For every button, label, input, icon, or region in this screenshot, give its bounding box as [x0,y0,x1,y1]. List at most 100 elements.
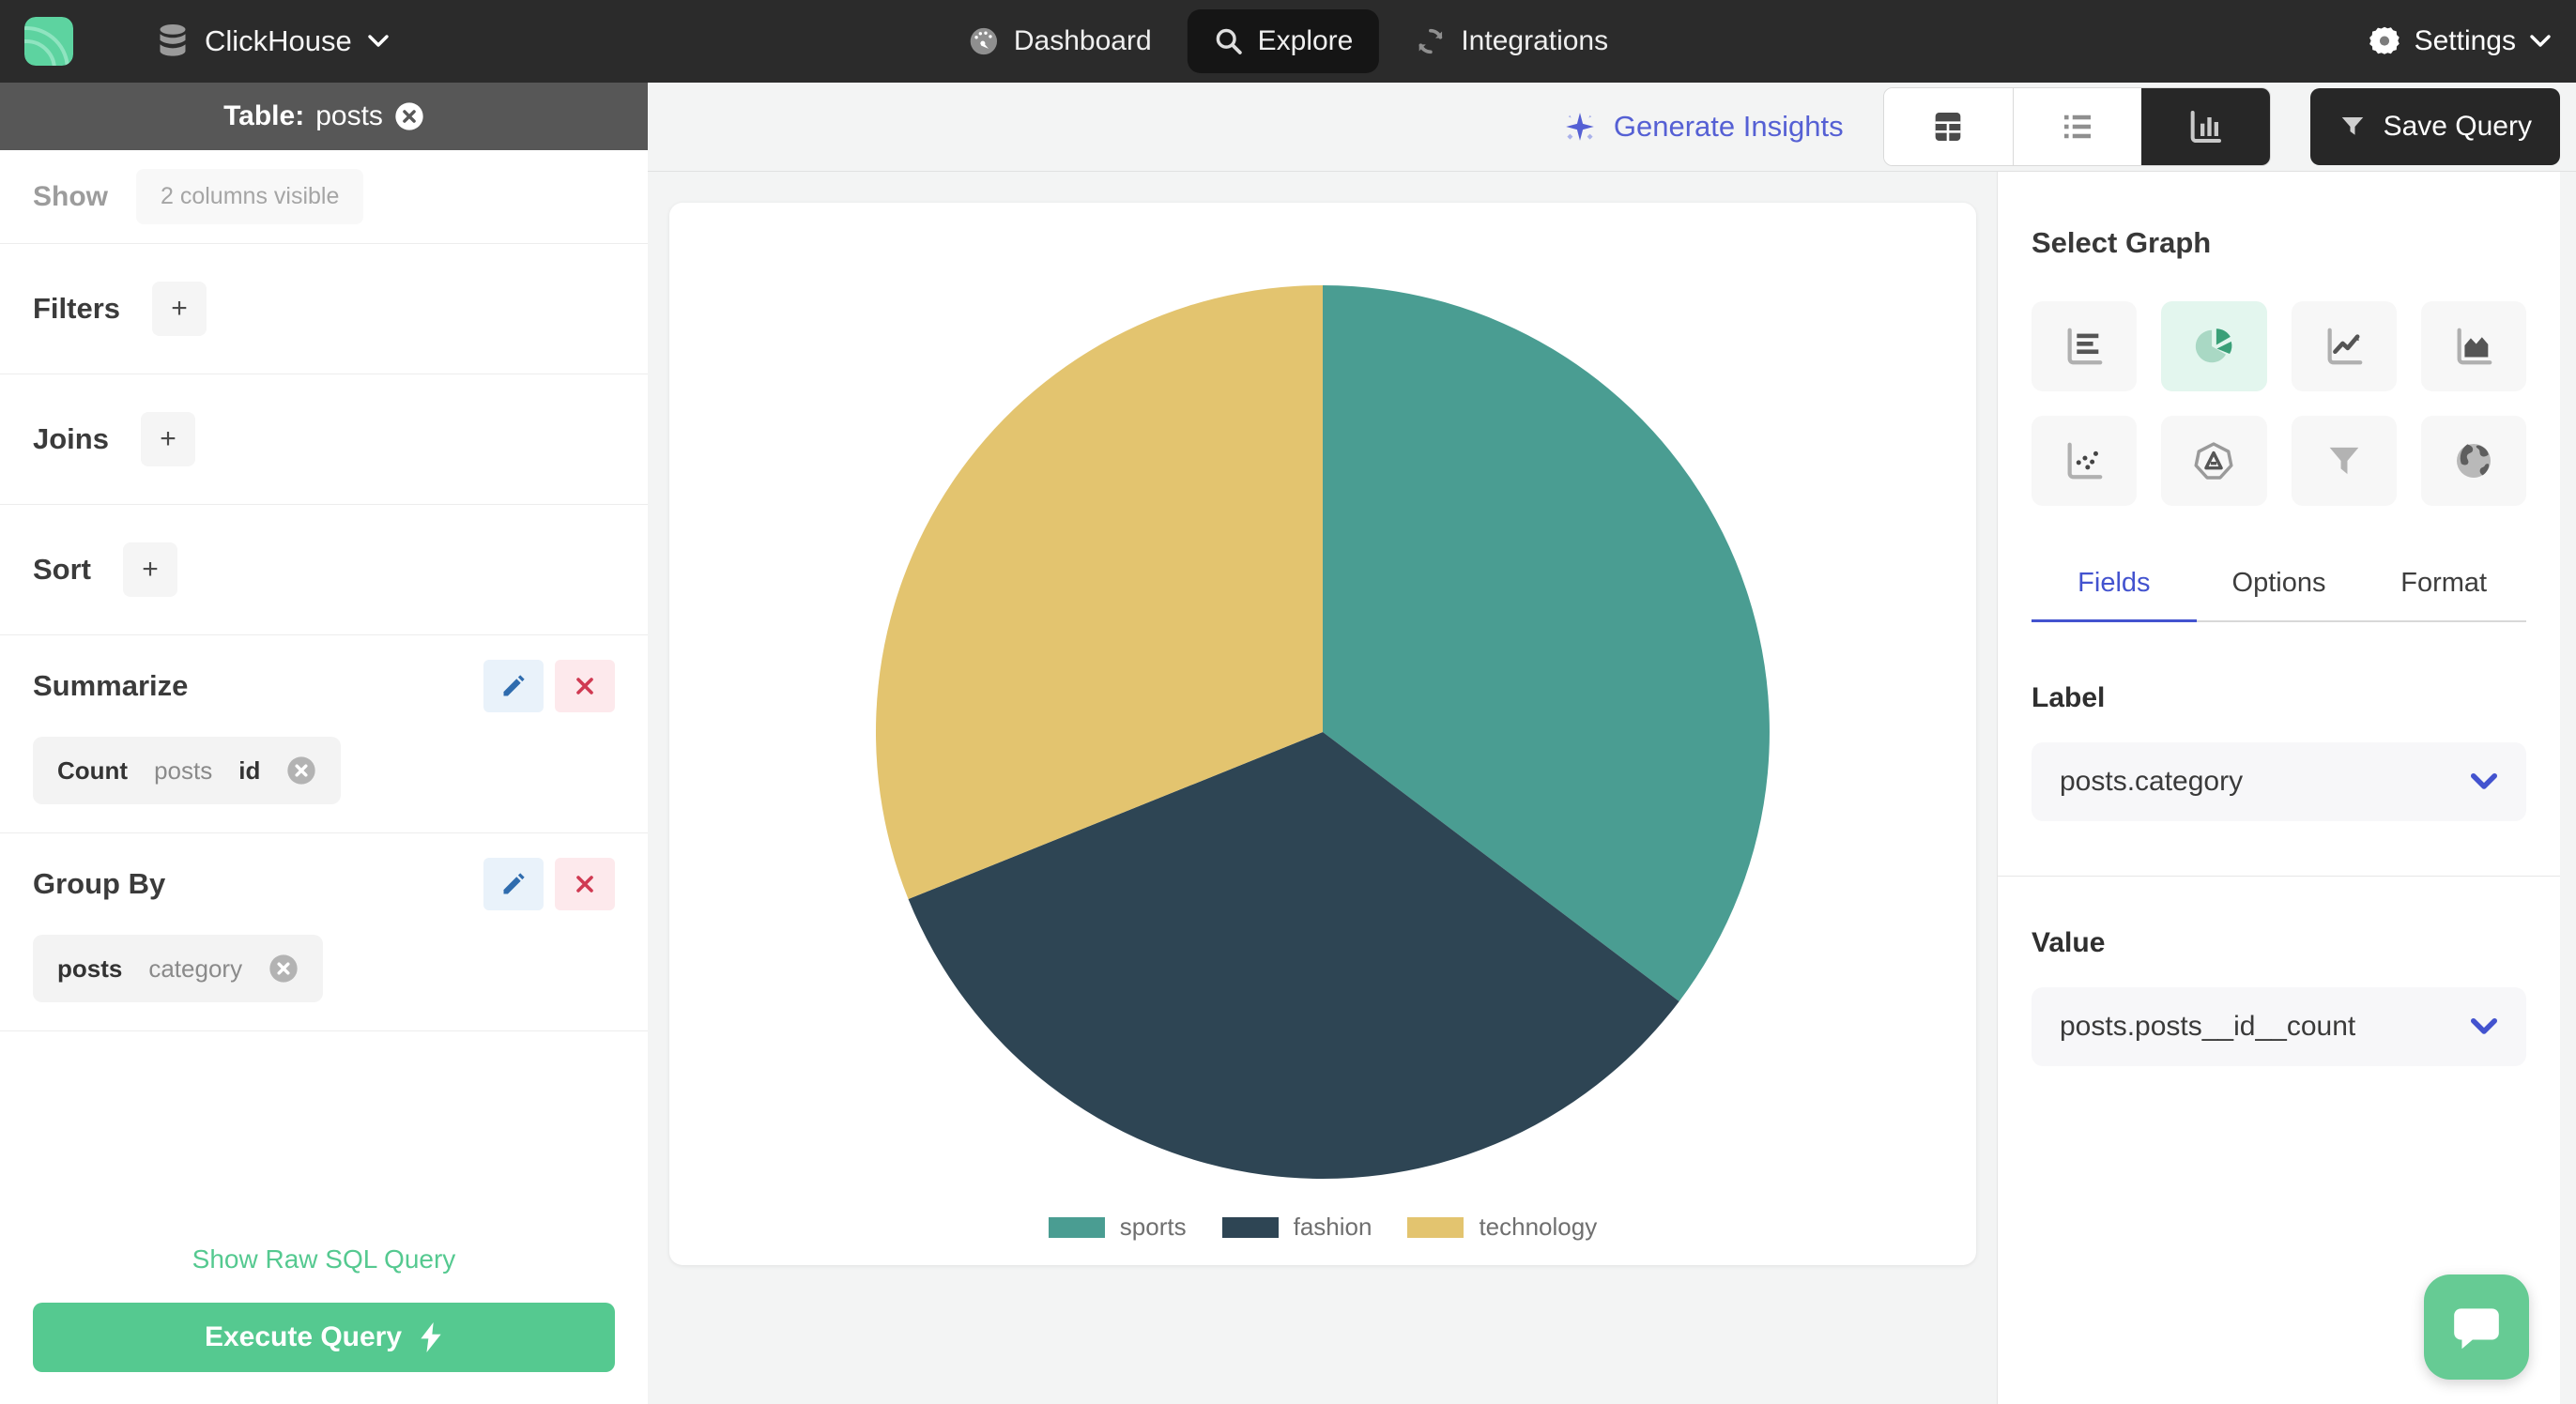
chat-launcher-button[interactable] [2424,1274,2529,1380]
value-select[interactable]: posts.posts__id__count [2032,987,2526,1066]
graph-type-map-button[interactable] [2420,416,2526,506]
chip-aggregation: Count [57,755,129,785]
gear-icon [2369,26,2400,54]
table-header-name: posts [315,100,383,131]
chart-view-button[interactable] [2140,88,2270,165]
graph-type-scatter-button[interactable] [2032,416,2138,506]
joins-row: Joins + [0,374,648,504]
list-view-button[interactable] [2012,88,2141,165]
results-toolbar: Generate Insights Save Query [648,83,2576,172]
radar-chart-icon [2194,442,2233,480]
table-view-icon [1935,113,1961,141]
chevron-down-icon [2471,1018,2497,1034]
generate-insights-button[interactable]: Generate Insights [1563,110,1844,144]
value-heading: Value [2032,927,2106,958]
remove-group-by-button[interactable] [555,858,615,910]
summarize-chip: Count posts id [33,737,342,804]
sort-label: Sort [33,553,91,586]
chip-field: id [238,755,261,785]
view-toggle [1882,87,2271,166]
top-navbar: ClickHouse Dashboard Explore Integration… [0,0,2576,83]
search-icon [1216,28,1242,54]
legend-swatch [1048,1216,1105,1238]
table-view-button[interactable] [1883,88,2013,165]
list-view-icon [2063,114,2091,139]
graph-type-grid [2032,301,2526,506]
graph-type-pie-button[interactable] [2161,301,2267,391]
nav-item-dashboard[interactable]: Dashboard [942,9,1178,73]
sort-row: Sort + [0,505,648,634]
columns-visible-chip[interactable]: 2 columns visible [136,169,364,224]
lightning-bolt-icon [421,1322,441,1352]
pencil-icon [503,675,525,696]
sparkle-icon [1566,113,1594,141]
legend-swatch [1221,1216,1279,1238]
remove-chip-icon[interactable] [268,954,299,984]
area-chart-icon [2457,328,2492,365]
remove-summarize-button[interactable] [555,660,615,712]
generate-insights-label: Generate Insights [1613,110,1844,143]
pie-chart-icon [2196,328,2232,363]
chevron-down-icon [2471,773,2497,789]
save-query-label: Save Query [2383,111,2532,142]
label-select[interactable]: posts.category [2032,742,2526,821]
settings-menu[interactable]: Settings [2368,24,2552,58]
chart-card: sports fashion technology [669,203,1976,1265]
remove-chip-icon[interactable] [286,755,316,786]
graph-type-area-button[interactable] [2420,301,2526,391]
graph-type-line-button[interactable] [2291,301,2397,391]
gauge-icon [970,27,998,55]
graph-type-radar-button[interactable] [2161,416,2267,506]
add-filter-button[interactable]: + [152,282,207,336]
filters-label: Filters [33,292,121,325]
database-icon [160,24,186,56]
query-builder-sidebar: Table: posts Show 2 columns visible Filt… [0,83,648,1404]
globe-map-icon [2456,443,2491,479]
app-logo-icon[interactable] [24,17,73,66]
nav-item-label: Integrations [1461,25,1609,56]
nav-item-label: Explore [1257,25,1354,56]
table-header: Table: posts [0,83,648,150]
tab-format[interactable]: Format [2361,568,2526,622]
remove-table-icon[interactable] [394,101,424,131]
chevron-down-icon [2530,35,2551,47]
pencil-icon [503,873,525,894]
chevron-down-icon [368,35,389,47]
nav-item-integrations[interactable]: Integrations [1388,9,1634,73]
execute-query-label: Execute Query [204,1321,403,1352]
save-query-button[interactable]: Save Query [2309,88,2560,165]
legend-label: sports [1119,1213,1187,1241]
chart-view-icon [2190,111,2222,143]
chip-field: category [148,954,243,983]
main-area: Generate Insights Save Query sports fash… [648,83,2576,1404]
config-tabs: Fields Options Format [2032,568,2526,622]
show-row: Show 2 columns visible [0,150,648,243]
execute-query-button[interactable]: Execute Query [33,1303,615,1372]
chart-legend: sports fashion technology [1048,1213,1597,1242]
select-graph-title: Select Graph [2032,226,2212,259]
legend-item-sports[interactable]: sports [1048,1213,1187,1242]
group-by-chip: posts category [33,935,324,1002]
chart-area: sports fashion technology [648,172,1997,1404]
tab-options[interactable]: Options [2197,568,2362,622]
show-label: Show [33,180,108,212]
bar-chart-icon [2067,328,2103,365]
graph-config-panel: Select Graph Fields Options Format Label… [1997,172,2560,1404]
legend-item-technology[interactable]: technology [1407,1213,1597,1242]
tab-fields[interactable]: Fields [2032,568,2197,622]
add-join-button[interactable]: + [140,412,195,466]
pie-chart [875,284,1770,1179]
x-icon [576,876,593,893]
settings-label: Settings [2414,25,2516,56]
graph-type-bar-button[interactable] [2032,301,2138,391]
add-sort-button[interactable]: + [123,542,177,597]
chip-table: posts [57,954,123,983]
edit-group-by-button[interactable] [483,858,544,910]
legend-item-fashion[interactable]: fashion [1221,1213,1372,1242]
show-raw-sql-link[interactable]: Show Raw SQL Query [0,1244,648,1274]
label-select-value: posts.category [2060,766,2244,797]
nav-item-explore[interactable]: Explore [1187,9,1380,73]
database-selector[interactable]: ClickHouse [156,23,390,60]
graph-type-funnel-button[interactable] [2291,416,2397,506]
edit-summarize-button[interactable] [483,660,544,712]
